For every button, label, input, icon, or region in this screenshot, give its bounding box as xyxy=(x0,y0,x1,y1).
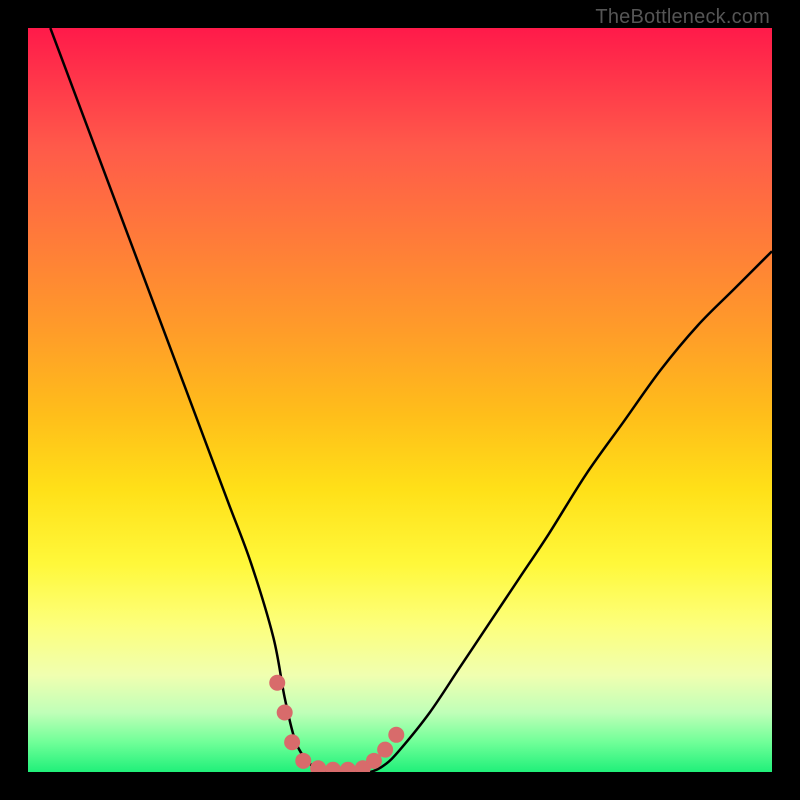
plot-area xyxy=(28,28,772,772)
highlight-dot xyxy=(388,727,404,743)
highlight-dot xyxy=(325,762,341,772)
highlight-dot xyxy=(340,762,356,772)
bottleneck-curve xyxy=(50,28,772,772)
highlight-dot xyxy=(377,742,393,758)
watermark-text: TheBottleneck.com xyxy=(595,6,770,29)
curve-svg xyxy=(28,28,772,772)
highlight-dot xyxy=(269,675,285,691)
highlight-dot xyxy=(284,734,300,750)
highlight-dot xyxy=(310,760,326,772)
highlight-dot xyxy=(277,704,293,720)
highlight-dot xyxy=(295,753,311,769)
